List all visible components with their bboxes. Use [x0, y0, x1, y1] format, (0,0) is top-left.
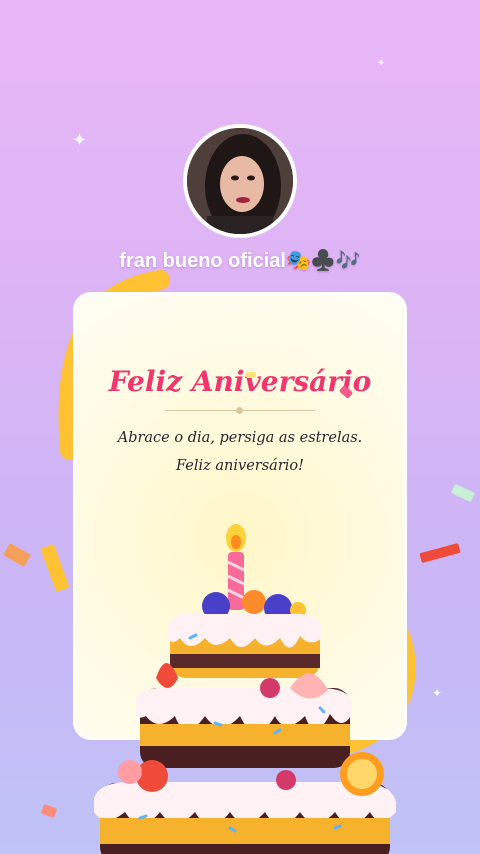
confetti: [450, 483, 476, 503]
card-title: Feliz Aniversário: [108, 365, 372, 398]
avatar-photo: [187, 128, 293, 234]
avatar[interactable]: [183, 124, 297, 238]
sparkle-icon: ✦: [72, 130, 88, 151]
confetti: [40, 803, 58, 819]
birthday-cake-icon: [94, 524, 396, 854]
divider-dot: [236, 407, 243, 414]
sparkle-icon: ✦: [377, 58, 386, 69]
confetti: [419, 542, 461, 564]
candle-icon: [226, 524, 246, 610]
confetti: [246, 372, 256, 378]
confetti: [40, 543, 70, 593]
card-message: Abrace o dia, persiga as estrelas. Feliz…: [117, 430, 363, 474]
confetti: [3, 542, 31, 568]
